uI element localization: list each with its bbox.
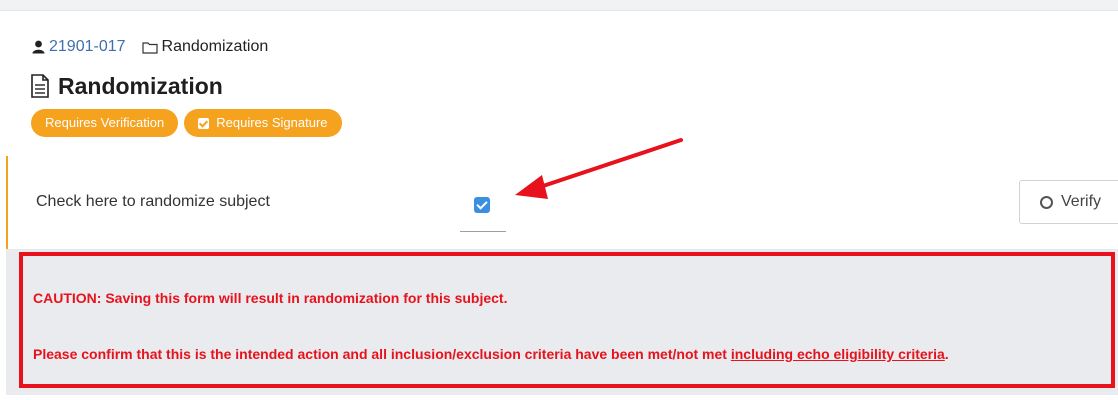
confirmation-message: Please confirm that this is the intended… — [33, 346, 949, 362]
confirmation-message-text: Please confirm that this is the intended… — [33, 346, 731, 362]
requires-signature-badge: Requires Signature — [184, 109, 342, 137]
top-border — [0, 0, 1118, 11]
echo-eligibility-link[interactable]: including echo eligibility criteria — [731, 346, 945, 362]
breadcrumb-folder-label[interactable]: Randomization — [162, 38, 269, 56]
page-title-text: Randomization — [58, 72, 223, 99]
requires-verification-label: Requires Verification — [45, 115, 165, 130]
breadcrumb: 21901-017 Randomization — [32, 37, 268, 57]
verify-button[interactable]: Verify — [1019, 180, 1118, 224]
signature-check-icon — [198, 117, 210, 129]
requires-signature-label: Requires Signature — [216, 115, 328, 130]
question-accent-bar — [6, 156, 8, 256]
checkbox-underline — [460, 231, 506, 232]
confirmation-message-end: . — [944, 346, 949, 362]
user-icon — [32, 40, 45, 54]
randomize-checkbox[interactable] — [474, 197, 490, 213]
caution-message: CAUTION: Saving this form will result in… — [33, 290, 508, 306]
caution-highlight-box — [19, 252, 1115, 388]
badge-group: Requires Verification Requires Signature — [31, 109, 342, 137]
randomize-question-label: Check here to randomize subject — [36, 193, 270, 210]
document-icon — [31, 74, 49, 98]
page: 21901-017 Randomization Randomization Re… — [0, 0, 1118, 400]
breadcrumb-subject[interactable]: 21901-017 — [32, 38, 126, 56]
breadcrumb-subject-id[interactable]: 21901-017 — [49, 38, 126, 56]
requires-verification-badge: Requires Verification — [31, 109, 179, 137]
circle-icon — [1040, 195, 1053, 209]
folder-icon — [141, 41, 158, 54]
breadcrumb-folder[interactable]: Randomization — [141, 38, 269, 56]
page-title: Randomization — [30, 71, 223, 101]
verify-button-label: Verify — [1061, 193, 1102, 210]
